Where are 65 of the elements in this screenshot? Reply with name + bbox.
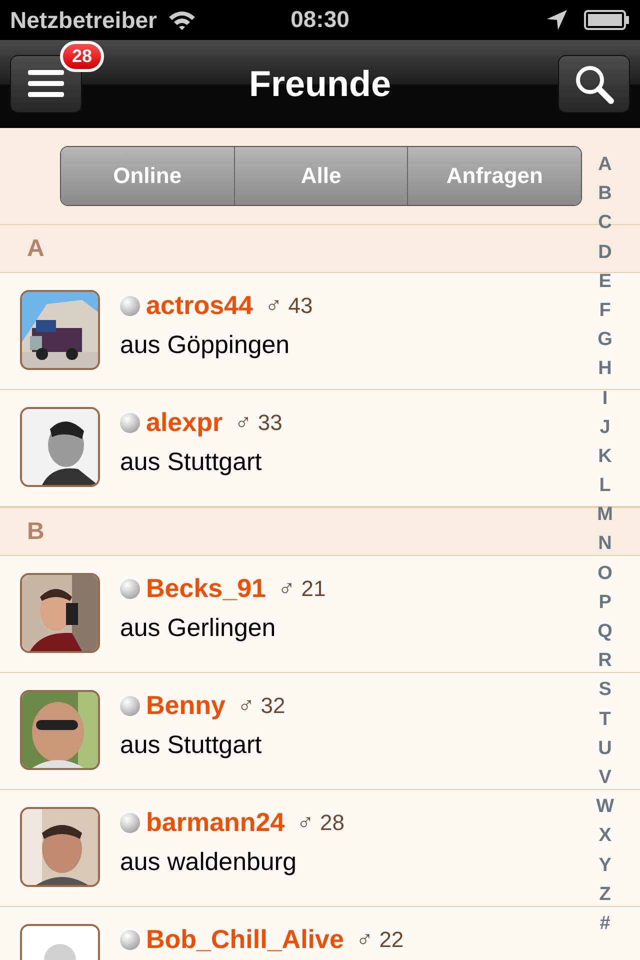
- index-letter[interactable]: P: [598, 588, 612, 617]
- filter-tab[interactable]: Anfragen: [408, 147, 581, 205]
- filter-tab[interactable]: Alle: [234, 147, 408, 205]
- friend-name: actros44: [146, 290, 253, 321]
- gender-symbol: ♂: [237, 692, 255, 719]
- index-letter[interactable]: V: [598, 762, 612, 792]
- friend-name: barmann24: [146, 807, 285, 838]
- notification-badge: 28: [60, 41, 104, 72]
- index-letter[interactable]: M: [597, 500, 613, 530]
- friend-city: aus Gerlingen: [120, 614, 277, 643]
- location-arrow-icon: [546, 9, 568, 31]
- friend-city: aus Göppingen: [120, 331, 291, 360]
- friend-name: Benny: [146, 690, 226, 721]
- index-letter[interactable]: R: [598, 646, 612, 676]
- index-letter[interactable]: Q: [598, 617, 612, 646]
- index-letter[interactable]: Z: [599, 880, 611, 909]
- wifi-icon: [166, 9, 197, 31]
- index-letter[interactable]: N: [598, 529, 612, 559]
- index-letter[interactable]: E: [598, 266, 612, 296]
- screen-title: Freunde: [248, 63, 391, 105]
- friend-city: aus waldenburg: [120, 848, 298, 877]
- friend-age: 28: [320, 810, 344, 836]
- friend-age: 22: [379, 926, 404, 952]
- index-letter[interactable]: U: [598, 734, 612, 763]
- section-letter: A: [27, 234, 44, 262]
- index-letter[interactable]: K: [598, 442, 612, 472]
- section-letter: B: [27, 518, 44, 546]
- clock-time: 08:30: [290, 6, 350, 33]
- index-letter[interactable]: H: [598, 354, 612, 384]
- index-letter[interactable]: L: [599, 471, 611, 500]
- index-letter[interactable]: J: [600, 412, 610, 442]
- index-letter[interactable]: B: [598, 179, 612, 208]
- friend-name: Becks_91: [146, 573, 266, 604]
- friend-city: aus Stuttgart: [120, 731, 263, 760]
- friend-age: 33: [258, 410, 282, 436]
- index-letter[interactable]: #: [600, 908, 610, 938]
- friend-name: Bob_Chill_Alive: [146, 924, 344, 955]
- filter-tab[interactable]: Online: [61, 147, 235, 205]
- index-letter[interactable]: S: [598, 675, 612, 705]
- gender-symbol: ♂: [234, 409, 252, 436]
- index-letter[interactable]: F: [599, 296, 611, 326]
- search-icon: [574, 64, 614, 104]
- gender-symbol: ♂: [296, 809, 314, 836]
- index-letter[interactable]: O: [598, 558, 612, 588]
- menu-icon: [28, 70, 64, 98]
- gender-symbol: ♂: [356, 926, 374, 953]
- index-letter[interactable]: C: [598, 208, 612, 238]
- carrier-name: Netzbetreiber: [10, 6, 157, 34]
- battery-icon: [584, 10, 630, 30]
- index-letter[interactable]: D: [598, 238, 612, 267]
- search-button[interactable]: [558, 55, 630, 113]
- index-letter[interactable]: Y: [598, 850, 612, 880]
- index-letter[interactable]: I: [602, 384, 608, 413]
- index-letter[interactable]: G: [598, 325, 612, 354]
- gender-symbol: ♂: [264, 292, 282, 319]
- index-letter[interactable]: A: [598, 150, 612, 180]
- friend-city: aus Stuttgart: [120, 448, 263, 477]
- friend-age: 32: [260, 692, 286, 718]
- index-letter[interactable]: X: [598, 821, 612, 850]
- friend-age: 21: [301, 576, 326, 602]
- friend-name: alexpr: [146, 407, 223, 438]
- index-letter[interactable]: T: [599, 704, 611, 734]
- gender-symbol: ♂: [278, 575, 296, 602]
- index-letter[interactable]: W: [596, 792, 614, 822]
- friend-age: 43: [288, 292, 313, 318]
